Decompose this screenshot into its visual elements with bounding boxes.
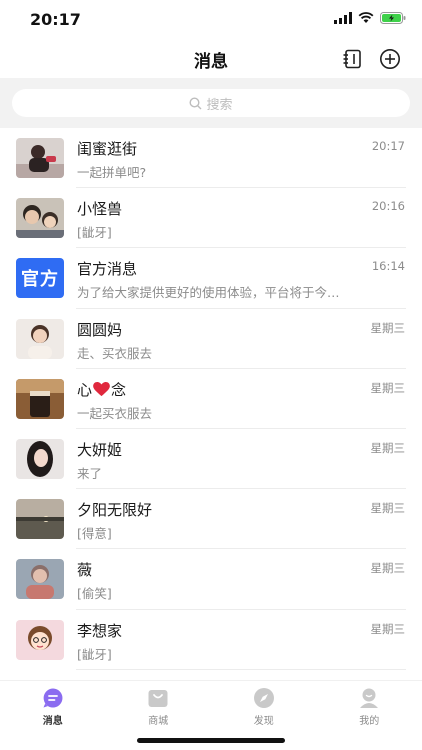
chat-bubble-icon	[43, 688, 63, 708]
avatar	[16, 318, 64, 359]
conversation-preview: 一起拼单吧?	[77, 165, 147, 180]
conversation-time: 20:16	[371, 199, 405, 214]
heart-emoji-icon	[93, 381, 110, 396]
search-placeholder: 搜索	[206, 97, 233, 113]
conversation-time: 16:14	[371, 259, 405, 274]
status-icons	[334, 12, 406, 24]
wifi-icon	[358, 12, 374, 23]
conversation-name: 李想家	[77, 621, 123, 640]
address-book-icon	[343, 49, 361, 69]
plus-circle-icon	[380, 49, 400, 69]
conversation-preview: 走、买衣服去	[77, 345, 153, 361]
name-part: 念	[111, 380, 127, 399]
conversation-name: 夕阳无限好	[77, 501, 153, 520]
cellular-signal-icon	[334, 12, 352, 24]
conversation-name: 薇	[77, 561, 93, 580]
conversation-preview: 来了	[77, 465, 103, 481]
avatar	[16, 499, 64, 540]
conversation-name: 官方消息	[77, 260, 138, 279]
tab-label: 发现	[253, 716, 274, 727]
conversation-name: 闺蜜逛街	[77, 140, 138, 158]
tab-messages[interactable]: 消息	[0, 681, 106, 730]
conversation-item[interactable]: 心 念 一起买衣服去 星期三	[0, 369, 422, 430]
conversation-name: 心 念	[77, 379, 126, 400]
conversation-item[interactable]: 官方 官方消息 为了给大家提供更好的使用体验，平台将于今… 16:14	[0, 248, 422, 309]
avatar	[16, 138, 64, 178]
avatar	[16, 619, 64, 660]
conversation-time: 星期三	[370, 501, 406, 516]
tab-label: 我的	[359, 716, 380, 727]
conversation-name: 大妍姬	[77, 440, 123, 459]
conversation-list: 闺蜜逛街 一起拼单吧? 20:17 小怪兽 [龇牙] 20:16 官方 官方消息…	[0, 128, 422, 680]
conversation-item[interactable]: 夕阳无限好 [得意] 星期三	[0, 489, 422, 550]
conversation-time: 星期三	[370, 440, 406, 455]
contacts-button[interactable]	[340, 47, 364, 71]
avatar	[16, 198, 64, 239]
conversation-time: 20:17	[371, 139, 405, 153]
compass-icon	[253, 688, 274, 708]
conversation-preview: [龇牙]	[77, 225, 112, 241]
tab-label: 消息	[42, 716, 63, 727]
avatar	[16, 438, 64, 479]
home-indicator[interactable]	[137, 738, 285, 743]
conversation-preview: 一起买衣服去	[77, 405, 153, 421]
status-bar: 20:17	[0, 0, 422, 40]
bottom-tab-bar: 消息 商城 发现 我的	[0, 680, 422, 730]
official-avatar: 官方	[16, 258, 64, 299]
search-icon	[189, 96, 202, 109]
conversation-time: 星期三	[370, 380, 406, 395]
conversation-preview: [龇牙]	[77, 646, 112, 662]
conversation-item[interactable]: 李想家 [龇牙] 星期三	[0, 610, 422, 670]
search-area: 搜索	[0, 78, 422, 128]
conversation-name: 小怪兽	[77, 200, 123, 219]
conversation-time: 星期三	[370, 561, 406, 576]
conversation-preview: [得意]	[77, 526, 112, 542]
search-input[interactable]: 搜索	[12, 89, 410, 117]
battery-charging-icon	[380, 12, 406, 24]
add-button[interactable]	[378, 47, 402, 71]
name-part: 心	[77, 380, 93, 399]
conversation-item[interactable]: 大妍姬 来了 星期三	[0, 429, 422, 490]
avatar	[16, 378, 64, 419]
nav-header: 消息	[0, 40, 422, 78]
shopping-bag-icon	[148, 690, 168, 707]
tab-mall[interactable]: 商城	[106, 681, 212, 730]
status-time: 20:17	[30, 10, 81, 29]
conversation-time: 星期三	[370, 621, 406, 636]
conversation-time: 星期三	[370, 320, 406, 335]
conversation-name: 圆圆妈	[77, 320, 123, 339]
tab-discover[interactable]: 发现	[211, 681, 317, 730]
conversation-item[interactable]: 圆圆妈 走、买衣服去 星期三	[0, 309, 422, 369]
tab-label: 商城	[148, 716, 169, 727]
conversation-item[interactable]: 薇 [偷笑] 星期三	[0, 549, 422, 610]
conversation-preview: [偷笑]	[77, 586, 112, 602]
conversation-item[interactable]: 闺蜜逛街 一起拼单吧? 20:17	[0, 128, 422, 189]
conversation-item[interactable]: 小怪兽 [龇牙] 20:16	[0, 188, 422, 249]
tab-profile[interactable]: 我的	[317, 681, 422, 730]
conversation-preview: 为了给大家提供更好的使用体验，平台将于今…	[77, 285, 340, 301]
avatar	[16, 559, 64, 600]
user-profile-icon	[360, 688, 379, 708]
